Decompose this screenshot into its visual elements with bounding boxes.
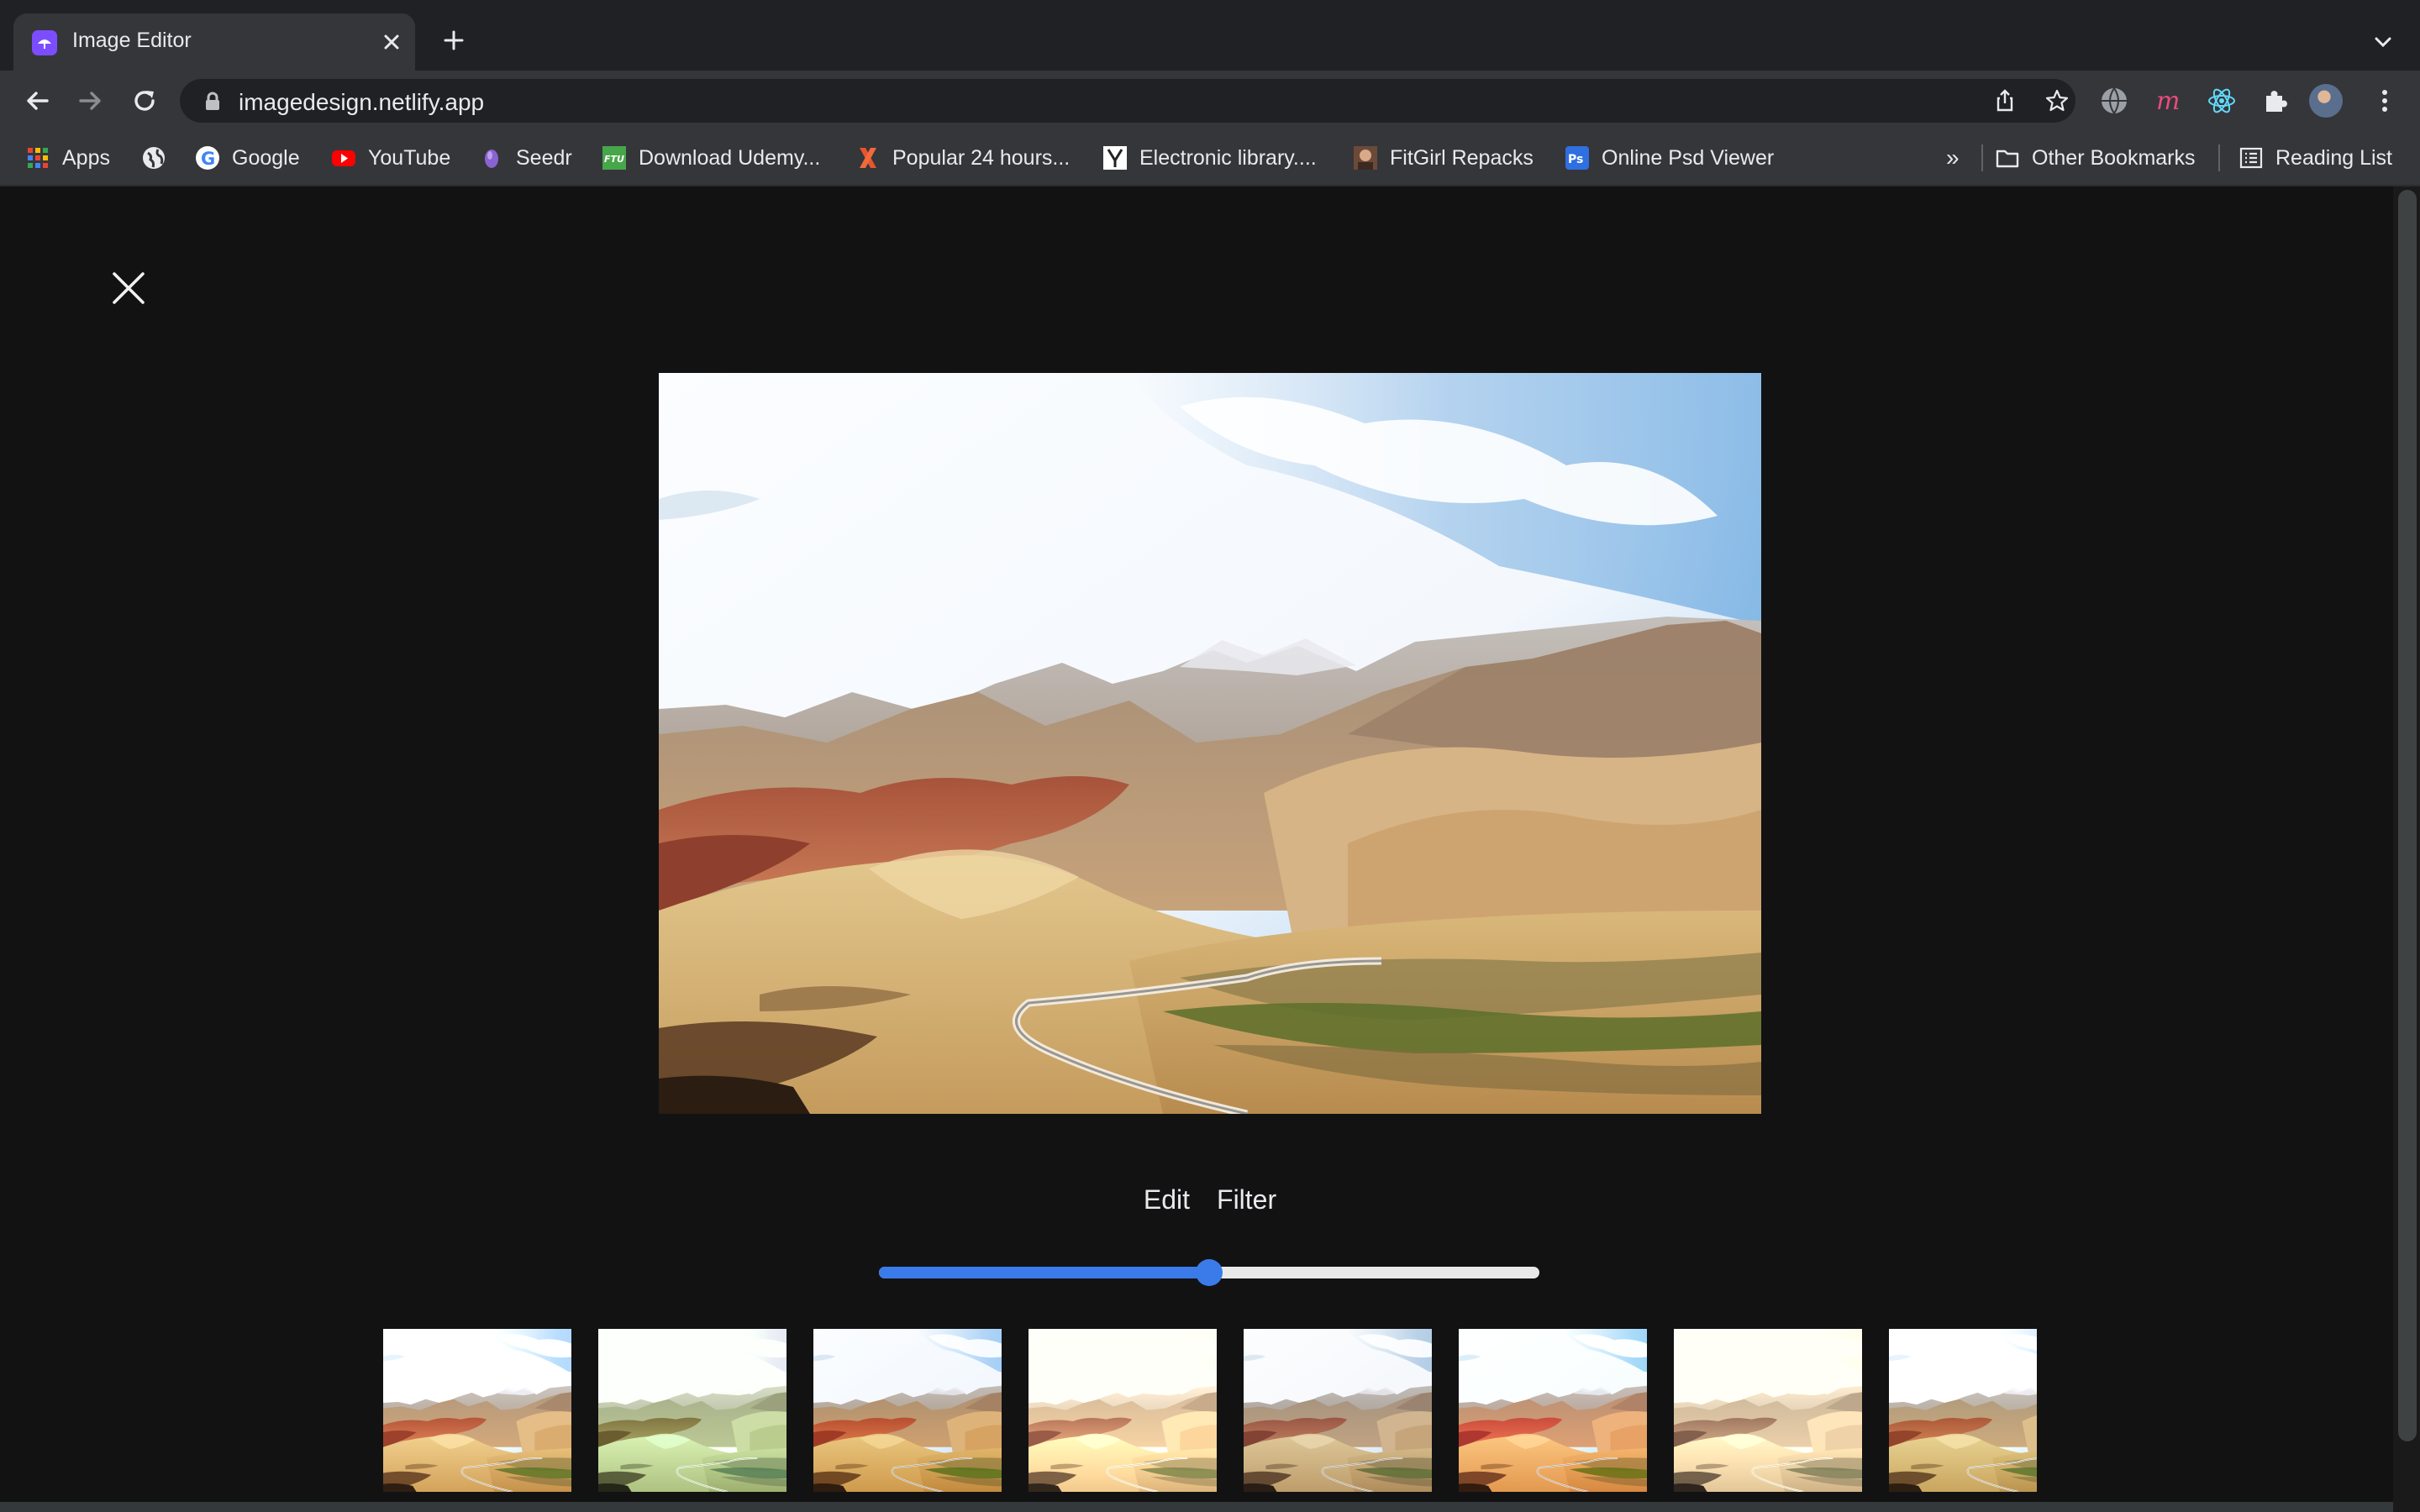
bookmark-label: Download Udemy... [639,145,821,170]
reload-icon[interactable] [128,84,161,118]
bookmark-label: Google [232,145,300,170]
svg-text:G: G [201,149,215,169]
filter-thumbnail[interactable] [1674,1329,1862,1492]
filter-thumbnail-image [1244,1329,1432,1492]
google-icon: G [196,146,219,170]
seedr-icon [485,150,498,168]
tab-edit[interactable]: Edit [1144,1184,1190,1215]
tab-filter[interactable]: Filter [1217,1184,1276,1215]
bookmark-label: YouTube [368,145,451,170]
svg-text:m: m [2156,87,2180,116]
y-logo-icon [1103,146,1127,170]
bookmark-label: Apps [62,145,110,170]
vertical-scrollbar[interactable] [2393,186,2420,1512]
bookmark-globe[interactable] [141,143,178,173]
slider-thumb[interactable] [1196,1259,1223,1286]
bookmark-divider [1981,144,1983,171]
browser-toolbar: imagedesign.netlify.app m [0,71,2420,131]
x-logo-icon [860,148,876,168]
svg-text:Ps: Ps [1568,153,1583,166]
filter-thumbnail-image [383,1329,571,1492]
svg-text:FTU: FTU [604,154,624,165]
profile-avatar[interactable] [2309,84,2343,118]
bookmark-label: Reading List [2275,145,2392,170]
tab-title: Image Editor [72,29,192,52]
bookmark-label: FitGirl Repacks [1390,145,1534,170]
bookmark-electronic-library[interactable]: Electronic library.... [1102,143,1317,173]
bookmark-label: Seedr [516,145,572,170]
filter-thumbnail-image [598,1329,786,1492]
bookmark-label: Popular 24 hours... [892,145,1071,170]
filter-thumbnail[interactable] [813,1329,1002,1492]
filter-thumbnail[interactable] [383,1329,571,1492]
filter-thumbnail[interactable] [1244,1329,1432,1492]
folder-icon [1996,150,2019,168]
apps-grid-icon [28,148,48,168]
ftu-icon: FTU [602,146,626,170]
bookmark-divider [2218,144,2220,171]
youtube-icon [332,150,355,166]
ps-icon: Ps [1565,146,1589,170]
bookmark-youtube[interactable]: YouTube [331,143,450,173]
bookmark-label: Online Psd Viewer [1602,145,1775,170]
star-icon[interactable] [2044,87,2070,114]
lock-icon[interactable] [203,91,222,113]
chevron-down-icon[interactable] [2366,25,2400,59]
forward-arrow-icon[interactable] [74,84,108,118]
react-icon[interactable] [2205,84,2238,118]
bookmark-label: Electronic library.... [1139,145,1317,170]
bookmarks-bar: Apps G Google YouTube Seedr FTU Download… [0,131,2420,186]
bookmark-other[interactable]: Other Bookmarks [1995,143,2196,173]
main-image [659,373,1761,1114]
filter-thumbnail[interactable] [1459,1329,1647,1492]
browser-tab[interactable]: Image Editor [13,13,415,71]
close-icon[interactable] [109,269,148,307]
url-text[interactable]: imagedesign.netlify.app [239,89,484,116]
filter-thumbnail-image [1028,1329,1217,1492]
bookmark-apps[interactable]: Apps [25,143,110,173]
bookmark-popular[interactable]: Popular 24 hours... [855,143,1070,173]
address-bar[interactable]: imagedesign.netlify.app [180,79,2075,123]
plus-icon[interactable] [437,24,471,57]
kebab-menu-icon[interactable] [2368,84,2402,118]
umbrella-icon [32,30,57,55]
bookmark-label: Other Bookmarks [2032,145,2196,170]
overflow-chevron-icon: » [1946,144,1960,171]
reading-list-icon [2239,147,2263,169]
slider-fill [879,1267,1209,1278]
horizontal-scrollbar[interactable] [0,1502,2393,1512]
filter-thumbnail-image [1674,1329,1862,1492]
close-icon[interactable] [375,25,408,59]
puzzle-icon[interactable] [2259,84,2292,118]
filter-thumbnail[interactable] [598,1329,786,1492]
fitgirl-icon [1354,146,1377,170]
bookmark-google[interactable]: G Google [195,143,300,173]
bookmark-fitgirl[interactable]: FitGirl Repacks [1353,143,1534,173]
reading-list[interactable]: Reading List [2238,143,2392,173]
filter-thumbnail-image [813,1329,1002,1492]
tab-strip: Image Editor [0,0,2420,71]
bookmark-seedr[interactable]: Seedr [479,143,572,173]
back-arrow-icon[interactable] [20,84,54,118]
filter-thumbnail-image [1889,1329,2037,1492]
editor-mode-tabs: Edit Filter [0,1184,2420,1215]
bookmark-psd-viewer[interactable]: Ps Online Psd Viewer [1565,143,1774,173]
bookmarks-overflow[interactable]: » [1946,143,1960,173]
m-logo-icon[interactable]: m [2151,84,2185,118]
share-icon[interactable] [1991,87,2018,114]
bookmark-udemy[interactable]: FTU Download Udemy... [602,143,820,173]
filter-thumbnail[interactable] [1028,1329,1217,1492]
filter-thumbnail[interactable] [1889,1329,2037,1492]
globe-icon [143,147,165,169]
adjustment-slider[interactable] [879,1259,1539,1286]
globe-icon[interactable] [2097,84,2131,118]
filter-thumbnail-image [1459,1329,1647,1492]
scrollbar-thumb[interactable] [2398,190,2417,1441]
